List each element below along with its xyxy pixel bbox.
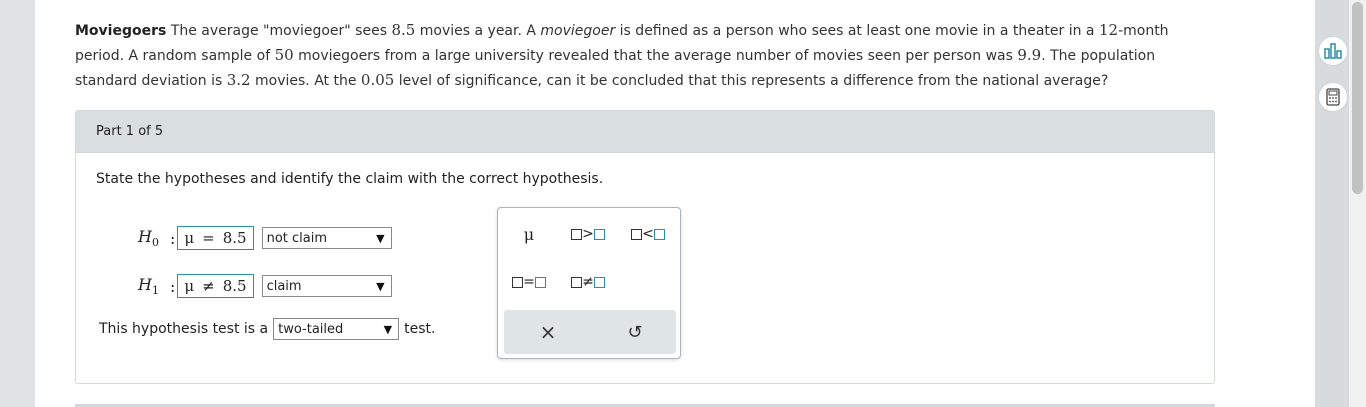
chevron-down-icon: ▼ bbox=[376, 279, 385, 293]
chevron-down-icon: ▼ bbox=[383, 322, 393, 336]
palette-greater-button[interactable]: > bbox=[568, 222, 608, 246]
test-prefix: This hypothesis test is a bbox=[99, 321, 269, 337]
h1-row: H1 : μ ≠ 8.5 claim ▼ bbox=[138, 274, 392, 298]
h0-claim-select[interactable]: not claim ▼ bbox=[261, 227, 392, 249]
palette-equal-button[interactable]: = bbox=[509, 270, 549, 294]
test-type-row: This hypothesis test is a two-tailed ▼ t… bbox=[99, 318, 435, 340]
palette-not-equal-button[interactable]: ≠ bbox=[568, 270, 608, 294]
bar-chart-icon[interactable] bbox=[1318, 36, 1348, 66]
problem-title: Moviegoers bbox=[75, 23, 167, 39]
math-palette: μ > < = ≠ × ↺ bbox=[497, 207, 681, 359]
h0-label: H0 bbox=[138, 226, 159, 250]
h0-input[interactable]: μ = 8.5 bbox=[177, 226, 254, 250]
part-header: Part 1 of 5 bbox=[76, 111, 1214, 153]
page: Moviegoers The average "moviegoer" sees … bbox=[35, 0, 1315, 407]
scrollbar[interactable] bbox=[1349, 0, 1366, 407]
part-instruction: State the hypotheses and identify the cl… bbox=[96, 171, 604, 187]
h1-claim-select[interactable]: claim ▼ bbox=[261, 275, 392, 297]
undo-icon[interactable]: ↺ bbox=[615, 320, 655, 344]
test-type-select[interactable]: two-tailed ▼ bbox=[273, 318, 400, 340]
palette-mu-button[interactable]: μ bbox=[509, 222, 549, 246]
calculator-icon[interactable] bbox=[1318, 82, 1348, 112]
h1-label: H1 bbox=[138, 274, 159, 298]
h1-input[interactable]: μ ≠ 8.5 bbox=[177, 274, 254, 298]
test-suffix: test. bbox=[404, 321, 436, 337]
clear-icon[interactable]: × bbox=[528, 320, 568, 344]
scrollbar-thumb[interactable] bbox=[1352, 2, 1363, 194]
chevron-down-icon: ▼ bbox=[376, 231, 385, 245]
right-tool-bar bbox=[1315, 0, 1349, 407]
palette-footer: × ↺ bbox=[504, 310, 676, 354]
h0-row: H0 : μ = 8.5 not claim ▼ bbox=[138, 226, 392, 250]
palette-less-button[interactable]: < bbox=[628, 222, 668, 246]
problem-text: Moviegoers The average "moviegoer" sees … bbox=[75, 21, 1169, 89]
